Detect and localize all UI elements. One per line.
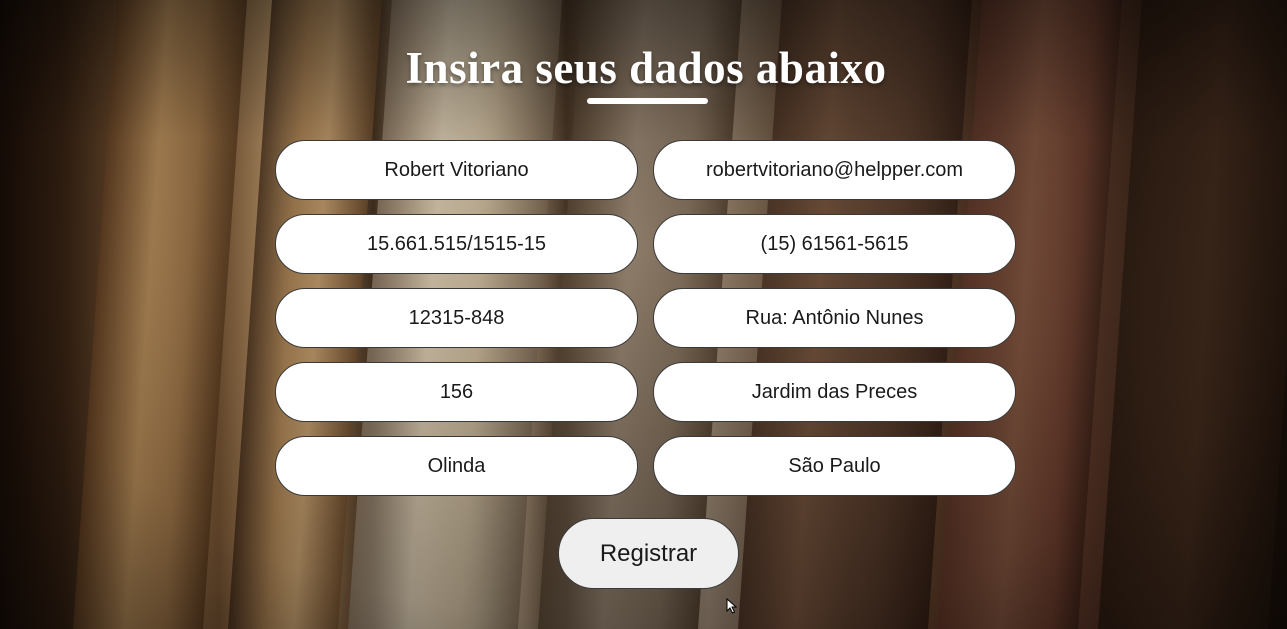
street-field[interactable] xyxy=(653,288,1016,348)
phone-field[interactable] xyxy=(653,214,1016,274)
mouse-pointer-icon xyxy=(726,598,738,614)
register-button[interactable]: Registrar xyxy=(558,518,739,589)
cnpj-field[interactable] xyxy=(275,214,638,274)
title-underline xyxy=(587,98,708,104)
number-field[interactable] xyxy=(275,362,638,422)
name-field[interactable] xyxy=(275,140,638,200)
cep-field[interactable] xyxy=(275,288,638,348)
page-title: Insira seus dados abaixo xyxy=(405,43,887,93)
city-field[interactable] xyxy=(275,436,638,496)
registration-form xyxy=(275,140,1016,496)
neighborhood-field[interactable] xyxy=(653,362,1016,422)
state-field[interactable] xyxy=(653,436,1016,496)
email-field[interactable] xyxy=(653,140,1016,200)
